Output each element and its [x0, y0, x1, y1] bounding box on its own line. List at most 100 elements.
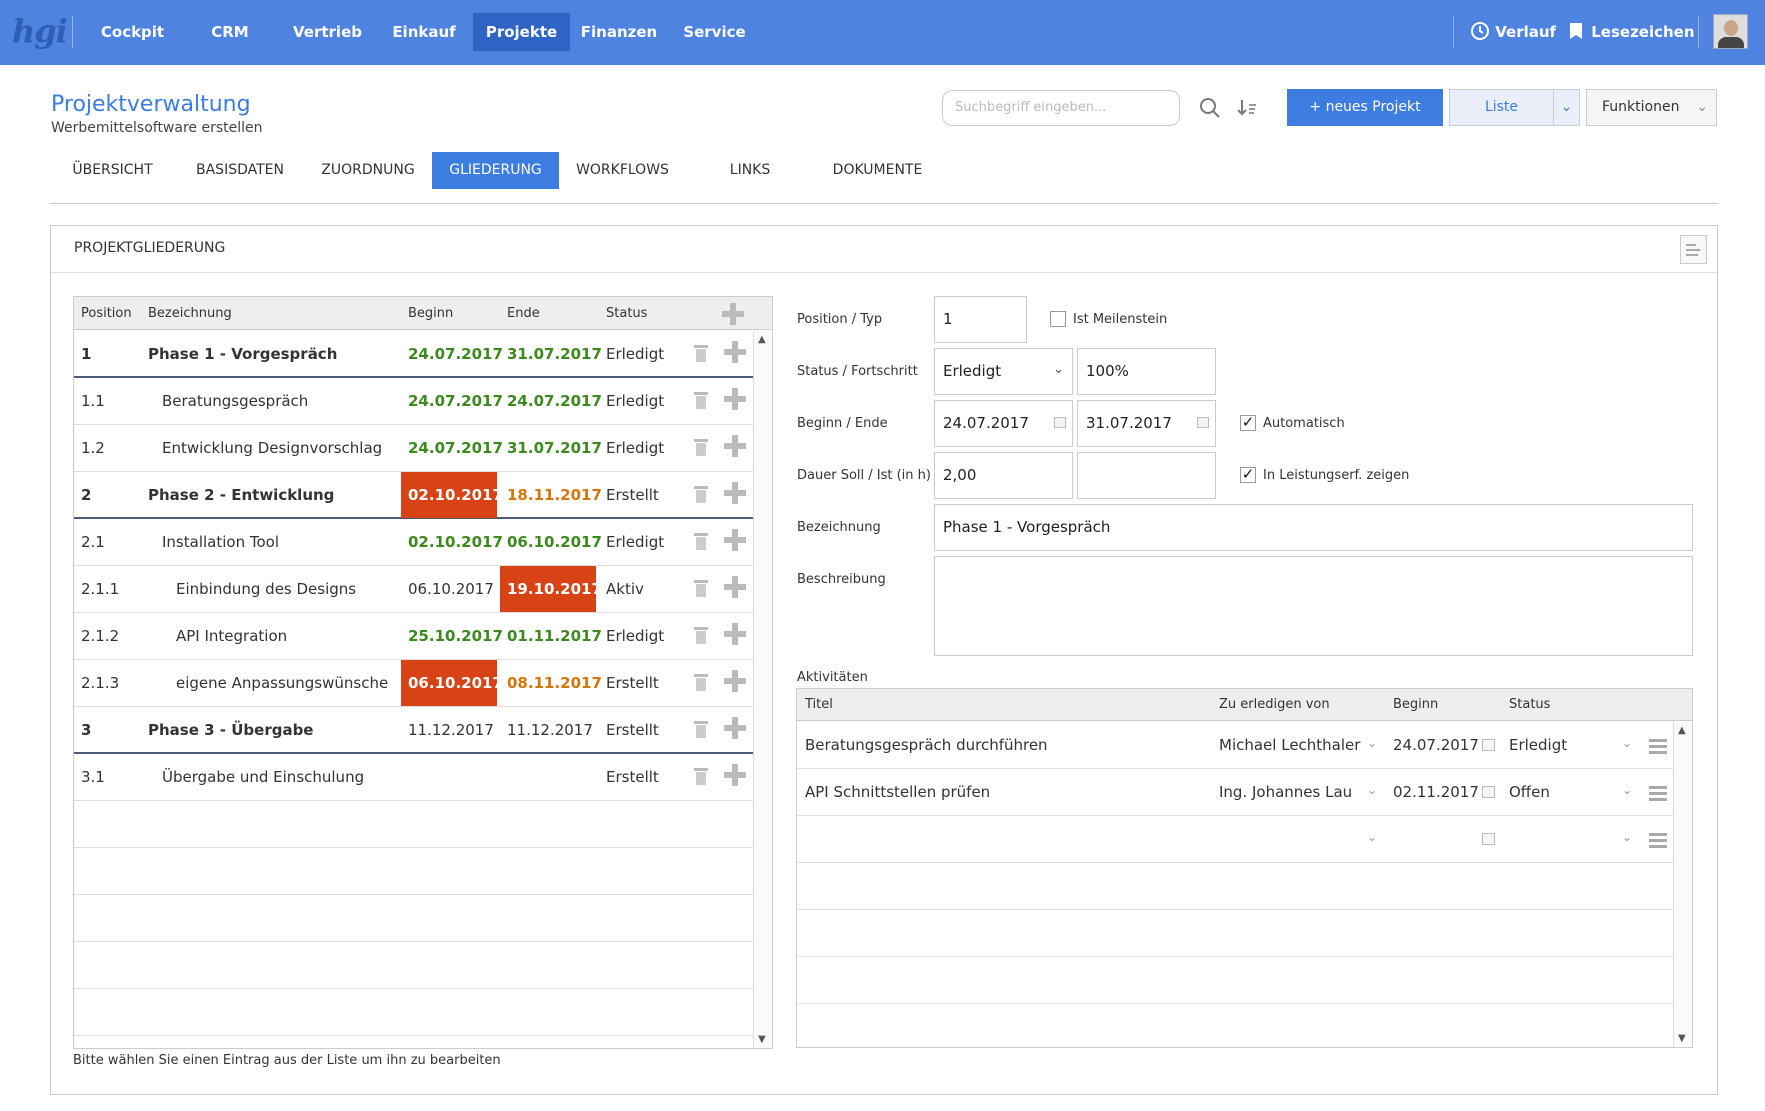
- table-row[interactable]: 2.1.3 eigene Anpassungswünsche 06.10.201…: [74, 660, 754, 707]
- scroll-down-icon[interactable]: ▼: [758, 1034, 766, 1045]
- add-child-icon[interactable]: [724, 388, 746, 410]
- search-icon[interactable]: [1199, 97, 1221, 119]
- progress-input[interactable]: 100%: [1077, 348, 1216, 395]
- trash-icon[interactable]: [694, 439, 708, 456]
- tab-zuordnung[interactable]: ZUORDNUNG: [315, 152, 421, 189]
- calendar-icon[interactable]: [1054, 417, 1066, 428]
- nav-einkauf[interactable]: Einkauf: [385, 13, 463, 51]
- lesezeichen-link[interactable]: Lesezeichen: [1568, 13, 1695, 51]
- activity-row[interactable]: Beratungsgespräch durchführen Michael Le…: [797, 722, 1674, 769]
- add-child-icon[interactable]: [724, 341, 746, 363]
- description-textarea[interactable]: [934, 556, 1693, 656]
- chevron-down-icon[interactable]: ⌄: [1367, 830, 1377, 844]
- trash-icon[interactable]: [694, 533, 708, 550]
- search-input[interactable]: Suchbegriff eingeben...: [942, 90, 1180, 126]
- sort-icon[interactable]: [1236, 97, 1258, 119]
- add-child-icon[interactable]: [724, 529, 746, 551]
- table-row[interactable]: 3 Phase 3 - Übergabe 11.12.2017 11.12.20…: [74, 707, 754, 754]
- trash-icon[interactable]: [694, 392, 708, 409]
- name-input[interactable]: Phase 1 - Vorgespräch: [934, 504, 1693, 551]
- add-child-icon[interactable]: [724, 482, 746, 504]
- table-row[interactable]: 2 Phase 2 - Entwicklung 02.10.2017 18.11…: [74, 472, 754, 519]
- view-select[interactable]: Liste: [1449, 89, 1554, 126]
- add-child-icon[interactable]: [724, 623, 746, 645]
- user-avatar[interactable]: [1713, 14, 1748, 49]
- col-status[interactable]: Status: [1509, 697, 1550, 712]
- col-bezeichnung[interactable]: Bezeichnung: [148, 306, 232, 321]
- milestone-checkbox[interactable]: [1050, 311, 1066, 327]
- table-row[interactable]: 3.1 Übergabe und Einschulung Erstellt: [74, 754, 754, 801]
- nav-projekte[interactable]: Projekte: [473, 13, 570, 51]
- tab-basisdaten[interactable]: BASISDATEN: [190, 152, 290, 189]
- col-beginn[interactable]: Beginn: [408, 306, 453, 321]
- tab-dokumente[interactable]: DOKUMENTE: [820, 152, 935, 189]
- status-select[interactable]: Erledigt ⌄: [934, 348, 1073, 395]
- hgi-logo[interactable]: hgi: [12, 12, 68, 50]
- table-row[interactable]: 1.2 Entwicklung Designvorschlag 24.07.20…: [74, 425, 754, 472]
- trash-icon[interactable]: [694, 345, 708, 362]
- tab-uebersicht[interactable]: ÜBERSICHT: [60, 152, 165, 189]
- trash-icon[interactable]: [694, 768, 708, 785]
- col-zu-erledigen-von[interactable]: Zu erledigen von: [1219, 697, 1330, 712]
- chevron-down-icon[interactable]: ⌄: [1622, 736, 1632, 750]
- add-child-icon[interactable]: [724, 435, 746, 457]
- auto-checkbox[interactable]: ✓: [1240, 415, 1256, 431]
- activities-scrollbar[interactable]: ▲ ▼: [1673, 722, 1692, 1047]
- table-row[interactable]: 2.1.2 API Integration 25.10.2017 01.11.2…: [74, 613, 754, 660]
- table-row[interactable]: 1.1 Beratungsgespräch 24.07.2017 24.07.2…: [74, 378, 754, 425]
- add-child-icon[interactable]: [724, 670, 746, 692]
- table-row[interactable]: 2.1 Installation Tool 02.10.2017 06.10.2…: [74, 519, 754, 566]
- duration-actual-input[interactable]: [1077, 452, 1216, 499]
- col-titel[interactable]: Titel: [805, 697, 833, 712]
- end-date-input[interactable]: 31.07.2017: [1077, 400, 1216, 447]
- chevron-down-icon[interactable]: ⌄: [1367, 783, 1377, 797]
- nav-service[interactable]: Service: [672, 13, 757, 51]
- trash-icon[interactable]: [694, 674, 708, 691]
- tab-workflows[interactable]: WORKFLOWS: [570, 152, 675, 189]
- nav-finanzen[interactable]: Finanzen: [578, 13, 660, 51]
- nav-cockpit[interactable]: Cockpit: [90, 13, 175, 51]
- trash-icon[interactable]: [694, 627, 708, 644]
- trash-icon[interactable]: [694, 721, 708, 738]
- nav-vertrieb[interactable]: Vertrieb: [285, 13, 370, 51]
- duration-target-input[interactable]: 2,00: [934, 452, 1073, 499]
- functions-button[interactable]: Funktionen ⌄: [1586, 89, 1717, 126]
- view-dropdown-toggle[interactable]: ⌄: [1553, 89, 1580, 126]
- calendar-icon[interactable]: [1482, 739, 1495, 751]
- chevron-down-icon[interactable]: ⌄: [1367, 736, 1377, 750]
- calendar-icon[interactable]: [1482, 786, 1495, 798]
- document-icon[interactable]: [1680, 235, 1707, 264]
- add-child-icon[interactable]: [724, 717, 746, 739]
- add-child-icon[interactable]: [724, 576, 746, 598]
- col-ende[interactable]: Ende: [507, 306, 540, 321]
- add-child-icon[interactable]: [724, 764, 746, 786]
- begin-date-input[interactable]: 24.07.2017: [934, 400, 1073, 447]
- verlauf-link[interactable]: Verlauf: [1470, 13, 1556, 51]
- menu-icon[interactable]: [1649, 786, 1667, 801]
- table-row[interactable]: 1 Phase 1 - Vorgespräch 24.07.2017 31.07…: [74, 331, 754, 378]
- calendar-icon[interactable]: [1197, 417, 1209, 428]
- scroll-up-icon[interactable]: ▲: [1678, 725, 1686, 736]
- col-position[interactable]: Position: [81, 306, 132, 321]
- table-row[interactable]: 2.1.1 Einbindung des Designs 06.10.2017 …: [74, 566, 754, 613]
- scroll-up-icon[interactable]: ▲: [758, 334, 766, 345]
- new-project-button[interactable]: + neues Projekt: [1287, 89, 1443, 126]
- tab-gliederung[interactable]: GLIEDERUNG: [432, 152, 559, 189]
- tab-links[interactable]: LINKS: [710, 152, 790, 189]
- nav-crm[interactable]: CRM: [190, 13, 270, 51]
- trash-icon[interactable]: [694, 580, 708, 597]
- chevron-down-icon[interactable]: ⌄: [1622, 783, 1632, 797]
- trash-icon[interactable]: [694, 486, 708, 503]
- position-input[interactable]: 1: [934, 296, 1027, 343]
- grid-scrollbar[interactable]: ▲ ▼: [753, 331, 772, 1048]
- show-checkbox[interactable]: ✓: [1240, 467, 1256, 483]
- activity-row[interactable]: API Schnittstellen prüfen Ing. Johannes …: [797, 769, 1674, 816]
- menu-icon[interactable]: [1649, 833, 1667, 848]
- activity-new-row[interactable]: ⌄ ⌄: [797, 816, 1674, 863]
- add-root-icon[interactable]: [722, 303, 744, 325]
- col-beginn[interactable]: Beginn: [1393, 697, 1438, 712]
- menu-icon[interactable]: [1649, 739, 1667, 754]
- chevron-down-icon[interactable]: ⌄: [1622, 830, 1632, 844]
- col-status[interactable]: Status: [606, 306, 647, 321]
- scroll-down-icon[interactable]: ▼: [1678, 1033, 1686, 1044]
